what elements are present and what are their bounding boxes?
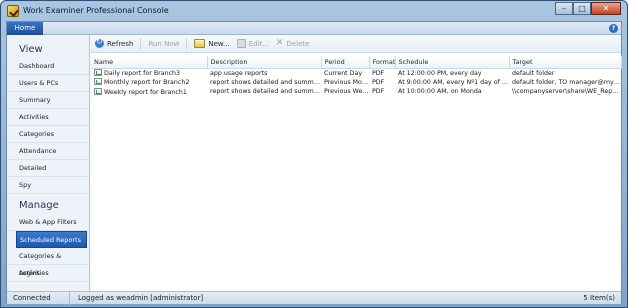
column-header-description[interactable]: Description (207, 56, 322, 69)
cell-name: Monthly report for Branch2 (91, 78, 207, 88)
cell-schedule: At 10:00:00 AM, on Monda (398, 88, 482, 96)
manage-section-header: Manage (19, 200, 59, 211)
close-button[interactable]: ✕ (591, 2, 621, 15)
cell-name: Weekly report for Branch1 (91, 87, 207, 97)
cell-format: PDF (372, 69, 385, 77)
ribbon-bar: Home ? (7, 22, 621, 35)
minimize-button[interactable]: – (555, 2, 573, 15)
cell-schedule: At 9:00:00 AM, every Nº1 day of m... (398, 78, 509, 86)
connection-status: Connected (13, 294, 51, 302)
table-header-row: Name Description Period Format Schedule … (91, 56, 622, 69)
edit-button[interactable]: Edit... (236, 39, 269, 48)
column-header-name[interactable]: Name (91, 56, 208, 69)
view-section-header: View (19, 44, 43, 55)
help-icon[interactable]: ? (609, 24, 618, 33)
sidebar-item-detailed[interactable]: Detailed (7, 160, 89, 177)
column-header-period[interactable]: Period (321, 56, 370, 69)
cell-target: \\companyserver\share\WE_Reports... (512, 88, 621, 96)
cell-name: Daily report for Branch3 (91, 68, 207, 78)
sidebar-item-dashboard[interactable]: Dashboard (7, 58, 89, 75)
cell-format: PDF (372, 78, 385, 86)
logged-user-status: Logged as weadmin [administrator] (69, 292, 203, 305)
window-title: Work Examiner Professional Console (23, 6, 169, 15)
cell-period: Previous Month (324, 78, 369, 86)
cell-name-text: Monthly report for Branch2 (104, 79, 190, 87)
maximize-button[interactable]: □ (573, 2, 591, 15)
status-bar: Connected Logged as weadmin [administrat… (7, 291, 621, 305)
table-row[interactable]: Monthly report for Branch2 report shows … (91, 78, 621, 88)
sidebar: View Dashboard Users & PCs Summary Activ… (7, 35, 90, 291)
cell-name-text: Weekly report for Branch1 (104, 88, 187, 96)
new-label: New... (208, 39, 230, 48)
sidebar-item-attendance[interactable]: Attendance (7, 143, 89, 160)
client-area: Home ? View Dashboard Users & PCs Summar… (6, 21, 622, 305)
toolbar: Refresh Run Now New... Edit... ✕ Delet (91, 35, 621, 53)
report-icon (94, 69, 102, 76)
cell-period: Previous Week (324, 88, 369, 96)
window-controls: – □ ✕ (555, 2, 621, 15)
sidebar-item-web-app-filters[interactable]: Web & App Filters (7, 214, 89, 231)
delete-label: Delete (286, 39, 310, 48)
cell-description: report shows detailed and summariz... (210, 88, 321, 96)
sidebar-item-activities[interactable]: Activities (7, 109, 89, 126)
sidebar-item-users-pcs[interactable]: Users & PCs (7, 75, 89, 92)
sidebar-item-categories-activities[interactable]: Categories & Activities (7, 248, 89, 277)
app-logo-icon (7, 5, 19, 17)
sidebar-item-categories[interactable]: Categories (7, 126, 89, 143)
delete-icon: ✕ (275, 38, 284, 48)
edit-icon (236, 39, 246, 48)
main-panel: Refresh Run Now New... Edit... ✕ Delet (91, 35, 622, 291)
column-header-target[interactable]: Target (509, 56, 622, 69)
refresh-label: Refresh (107, 39, 134, 48)
sidebar-item-spy[interactable]: Spy (7, 177, 89, 194)
refresh-icon (95, 37, 104, 48)
cell-format: PDF (372, 88, 385, 96)
cell-name-text: Daily report for Branch3 (104, 70, 181, 77)
cell-target: default folder, TO manager@mycom... (512, 78, 621, 86)
column-header-schedule[interactable]: Schedule (395, 56, 510, 69)
app-window: Work Examiner Professional Console – □ ✕… (0, 0, 628, 308)
cell-period: Current Day (324, 69, 363, 77)
sidebar-item-summary[interactable]: Summary (7, 92, 89, 109)
title-bar[interactable]: Work Examiner Professional Console – □ ✕ (1, 1, 627, 21)
cell-schedule: At 12:00:00 PM, every day (398, 69, 482, 77)
toolbar-separator (186, 37, 188, 50)
table-row[interactable]: Daily report for Branch3 app usage repor… (91, 68, 621, 78)
new-button[interactable]: New... (194, 39, 230, 48)
delete-button[interactable]: ✕ Delete (276, 39, 310, 48)
new-report-icon (194, 39, 206, 48)
column-header-format[interactable]: Format (369, 56, 396, 69)
report-icon (94, 87, 102, 95)
run-now-button[interactable]: Run Now (148, 40, 179, 48)
item-count: 5 Item(s) (583, 294, 615, 302)
cell-description: app usage reports (210, 69, 268, 77)
toolbar-separator (140, 37, 142, 50)
run-now-label: Run Now (148, 39, 180, 48)
tab-home[interactable]: Home (7, 22, 43, 35)
edit-label: Edit... (248, 39, 269, 48)
cell-target: default folder (512, 69, 555, 77)
sidebar-item-scheduled-reports[interactable]: Scheduled Reports (16, 231, 87, 248)
reports-table: Name Description Period Format Schedule … (91, 56, 622, 97)
cell-description: report shows detailed and summariz... (210, 78, 321, 86)
refresh-button[interactable]: Refresh (95, 37, 134, 48)
table-row[interactable]: Weekly report for Branch1 report shows d… (91, 87, 621, 97)
report-icon (94, 78, 102, 86)
